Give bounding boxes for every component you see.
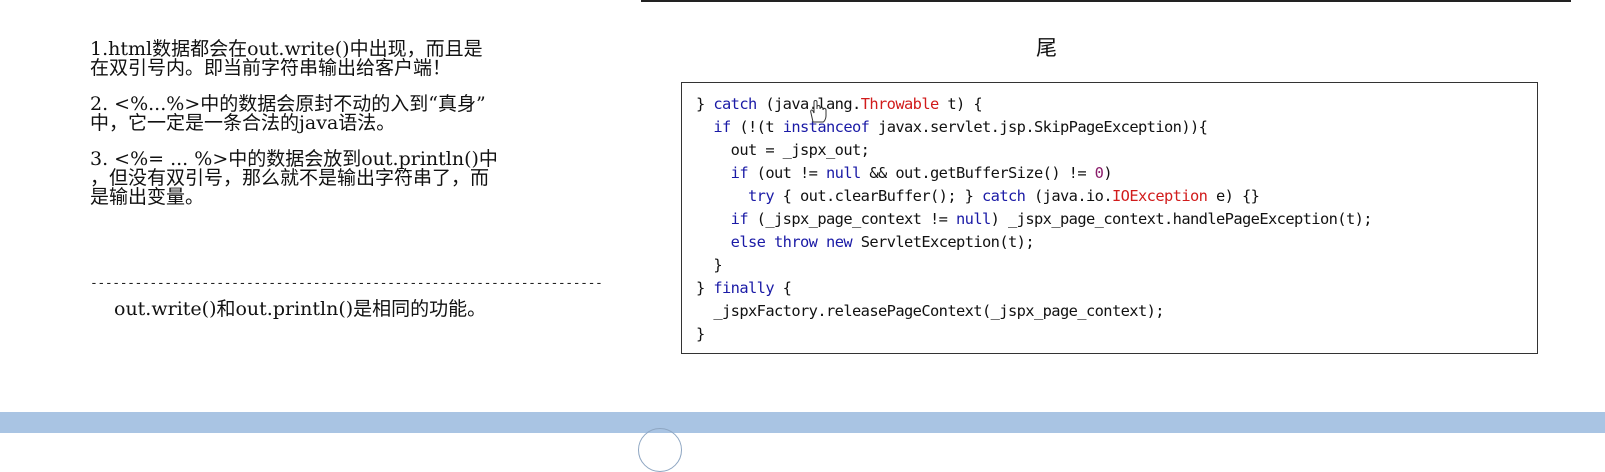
note-item-3: 3. <%= ... %>中的数据会放到out.println()中 ，但没有双… xyxy=(90,148,498,208)
code-line-9: } finally { xyxy=(696,279,792,297)
code-line-10: _jspxFactory.releasePageContext(_jspx_pa… xyxy=(696,302,1164,320)
code-line-7: else throw new ServletException(t); xyxy=(730,233,1035,251)
code-line-2: if (!(t instanceof javax.servlet.jsp.Ski… xyxy=(713,118,1208,136)
top-rule xyxy=(641,0,1571,2)
slide-title: 尾 xyxy=(1036,36,1057,60)
code-line-4: if (out != null && out.getBufferSize() !… xyxy=(730,164,1113,182)
code-line-11: } xyxy=(696,325,705,343)
code-line-6: if (_jspx_page_context != null) _jspx_pa… xyxy=(730,210,1373,228)
code-line-3: out = _jspx_out; xyxy=(696,141,870,159)
code-line-8: } xyxy=(696,256,722,274)
circle-button[interactable] xyxy=(638,428,682,472)
footer-note: out.write()和out.println()是相同的功能。 xyxy=(114,298,487,320)
code-line-1: } catch (java.lang.Throwable t) { xyxy=(696,95,983,113)
bottom-bar xyxy=(0,412,1605,433)
code-text: } catch (java.lang.Throwable t) { if (!(… xyxy=(696,93,1373,346)
note-item-2: 2. <%...%>中的数据会原封不动的入到“真身” 中，它一定是一条合法的ja… xyxy=(90,93,486,134)
notes-panel: 1.html数据都会在out.write()中出现，而且是 在双引号内。即当前字… xyxy=(90,40,610,224)
note-item-1: 1.html数据都会在out.write()中出现，而且是 在双引号内。即当前字… xyxy=(90,38,483,79)
code-line-5: try { out.clearBuffer(); } catch (java.i… xyxy=(748,187,1260,205)
hand-cursor-icon xyxy=(810,100,827,123)
dashed-divider: ----------------------------------------… xyxy=(90,276,603,291)
